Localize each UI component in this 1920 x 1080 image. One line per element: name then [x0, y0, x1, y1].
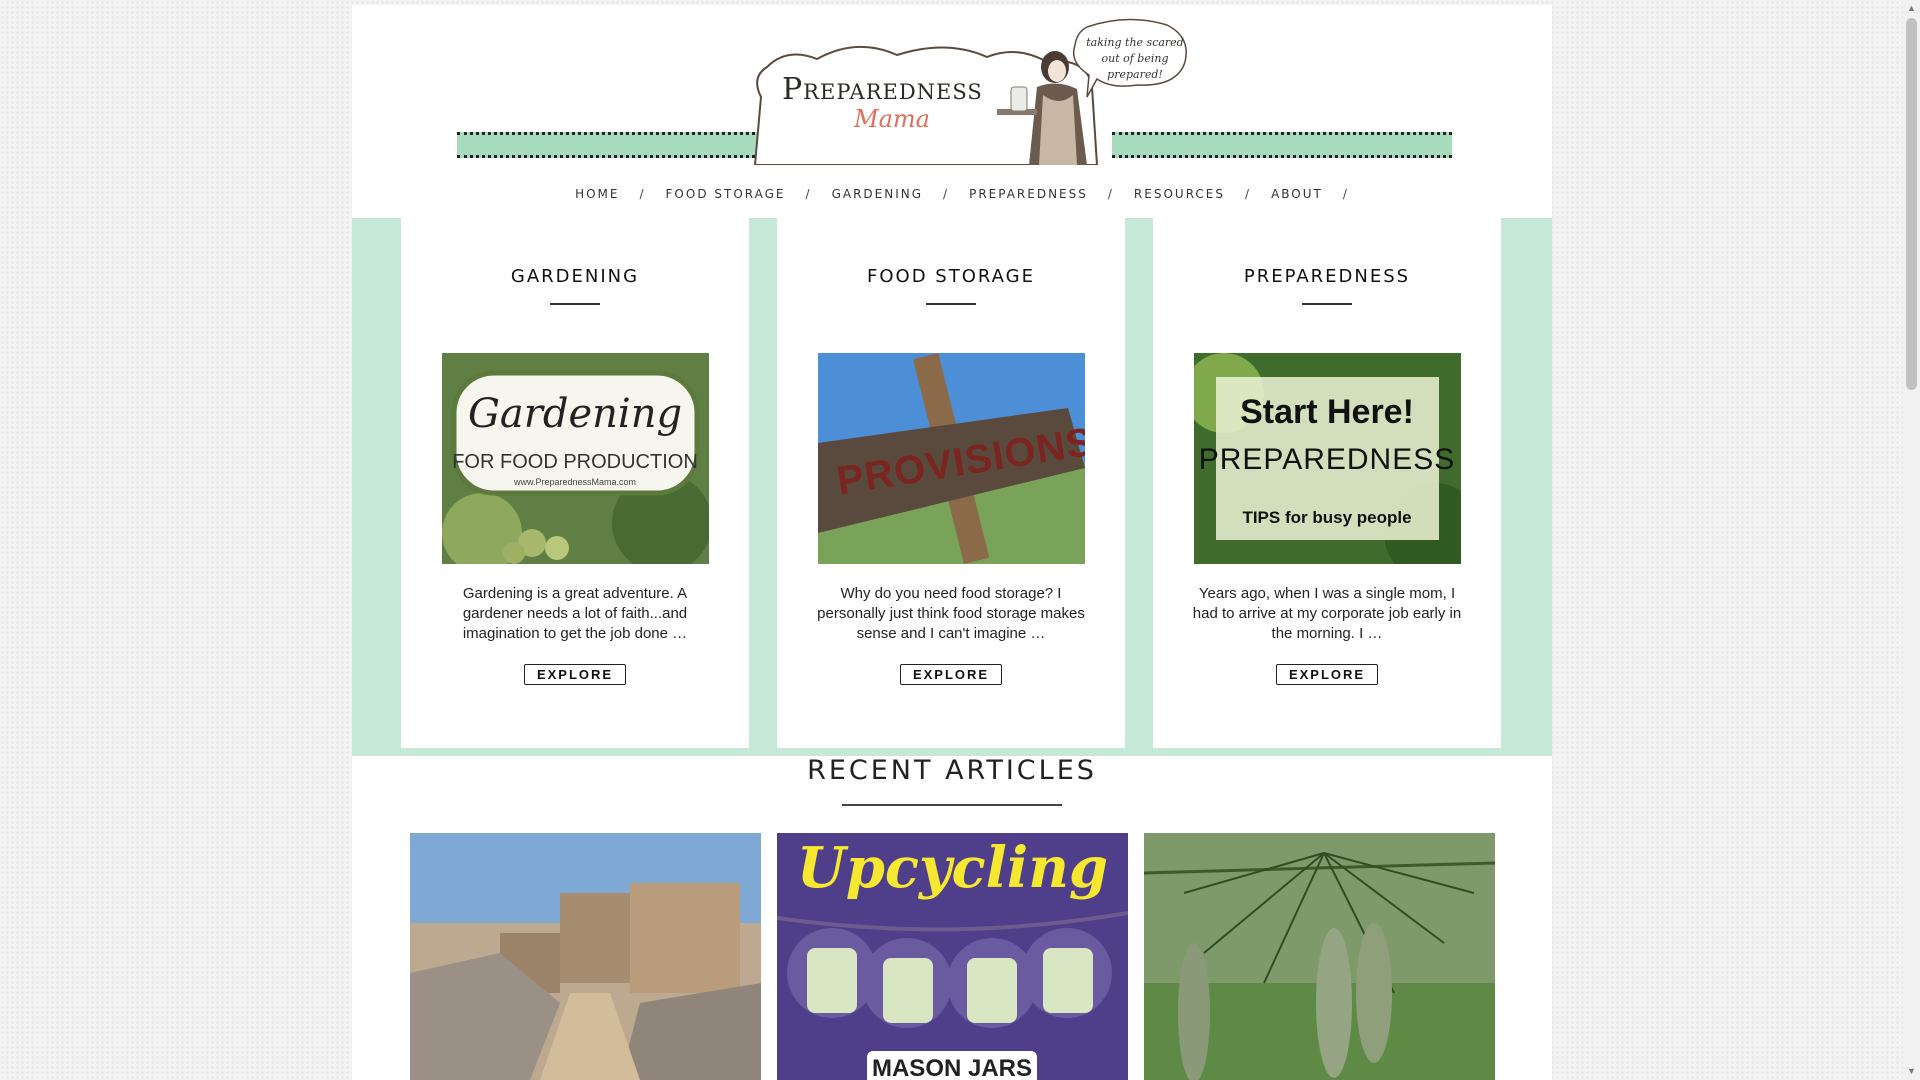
header-stripe-left: [457, 132, 767, 158]
upcycling-subtitle: MASON JARS: [871, 1055, 1033, 1080]
nav-resources[interactable]: RESOURCES: [1114, 187, 1245, 201]
site-header: Preparedness Mama taking the scared out …: [352, 5, 1552, 201]
preparedness-image-tag: TIPS for busy people: [1242, 508, 1412, 527]
card-title[interactable]: FOOD STORAGE: [777, 266, 1125, 287]
page-scrollbar[interactable]: ▲ ▼: [1903, 0, 1920, 1080]
card-excerpt: Gardening is a great adventure. A garden…: [462, 585, 688, 642]
logo-subtitle: Mama: [854, 105, 930, 133]
scroll-down-icon[interactable]: ▼: [1903, 1063, 1920, 1080]
category-band: GARDENING Gardening FOR FOOD PRODUCTION …: [352, 218, 1552, 756]
destroyed-city-image: [410, 833, 761, 1080]
food-storage-image[interactable]: PROVISIONS: [817, 353, 1085, 564]
category-card-food-storage: FOOD STORAGE PROVISIONS Why do you need …: [777, 218, 1125, 748]
upcycling-title: Upcycling: [796, 835, 1109, 901]
explore-button[interactable]: EXPLORE: [523, 664, 627, 685]
card-excerpt: Years ago, when I was a single mom, I ha…: [1192, 585, 1462, 642]
preparedness-image[interactable]: Start Here! PREPAREDNESS TIPS for busy p…: [1193, 353, 1461, 564]
gardening-image-title: Gardening: [467, 391, 683, 437]
gardening-image-subtitle: FOR FOOD PRODUCTION: [452, 451, 698, 473]
nav-home[interactable]: HOME: [555, 187, 639, 201]
gardening-image[interactable]: Gardening FOR FOOD PRODUCTION www.Prepar…: [441, 353, 709, 564]
card-excerpt: Why do you need food storage? I personal…: [817, 585, 1085, 642]
main-nav: HOME / FOOD STORAGE / GARDENING / PREPAR…: [352, 187, 1552, 201]
pine-cones-image: [1144, 833, 1495, 1080]
recent-article-destroyed-city[interactable]: [410, 833, 761, 1080]
category-card-gardening: GARDENING Gardening FOR FOOD PRODUCTION …: [401, 218, 749, 748]
nav-food-storage[interactable]: FOOD STORAGE: [646, 187, 806, 201]
preparedness-image-title: Start Here!: [1240, 393, 1414, 431]
card-divider: [550, 303, 600, 305]
scroll-up-icon[interactable]: ▲: [1903, 0, 1920, 17]
page-container: Preparedness Mama taking the scared out …: [352, 5, 1552, 1080]
nav-gardening[interactable]: GARDENING: [812, 187, 943, 201]
recent-articles-heading: RECENT ARTICLES: [807, 755, 1097, 786]
explore-button[interactable]: EXPLORE: [899, 664, 1003, 685]
nav-separator: /: [1342, 187, 1349, 201]
explore-button[interactable]: EXPLORE: [1275, 664, 1379, 685]
category-card-preparedness: PREPAREDNESS Start Here! PREPAREDNESS TI…: [1153, 218, 1501, 748]
card-title[interactable]: GARDENING: [401, 266, 749, 287]
header-stripe-right: [1112, 132, 1452, 158]
preparedness-image-subtitle: PREPAREDNESS: [1198, 443, 1456, 476]
gardening-image-url: www.PreparednessMama.com: [513, 477, 637, 487]
card-divider: [926, 303, 976, 305]
recent-article-upcycling[interactable]: Upcycling MASON JARS: [777, 833, 1128, 1080]
logo-title: Preparedness: [782, 72, 983, 107]
nav-about[interactable]: ABOUT: [1251, 187, 1343, 201]
card-title[interactable]: PREPAREDNESS: [1153, 266, 1501, 287]
card-divider: [1302, 303, 1352, 305]
logo-tagline: taking the scared out of being prepared!: [1086, 36, 1184, 81]
scrollbar-thumb[interactable]: [1906, 18, 1917, 390]
recent-article-pine-cones[interactable]: [1144, 833, 1495, 1080]
nav-preparedness[interactable]: PREPAREDNESS: [949, 187, 1108, 201]
recent-divider: [842, 804, 1062, 806]
